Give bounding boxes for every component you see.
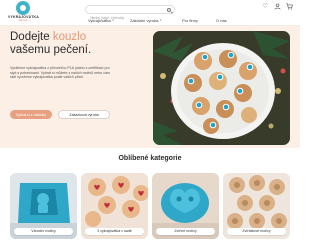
hero-title-part2: vašemu pečení.	[10, 43, 92, 56]
hero-title: Dodejte kouzlo vašemu pečení.	[10, 31, 150, 56]
category-card-sets[interactable]: 3 vykrajovátka v sadě	[81, 173, 148, 239]
header-icons: ♡	[262, 3, 293, 10]
cart-icon[interactable]	[286, 3, 293, 10]
cookies-plate-image	[153, 31, 290, 145]
nav-item-cutters[interactable]: Vykrajovátka ▾	[88, 17, 121, 23]
hero-section: Dodejte kouzlo vašemu pečení. Vyrábíme v…	[0, 26, 300, 148]
categories-grid: Vánoční motivy 3 vykrajovátka v sadě Zví…	[10, 173, 290, 241]
nav-item-label: Pro firmy	[182, 17, 198, 23]
category-card-christmas[interactable]: Vánoční motivy	[10, 173, 77, 239]
hero-title-part1: Dodejte	[10, 31, 53, 43]
custom-production-button[interactable]: Zakázková výroba	[58, 110, 110, 119]
nav-item-label: Vykrajovátka	[88, 17, 111, 23]
category-card-animals[interactable]: Zvířecí motivy	[152, 173, 219, 239]
search-box	[85, 5, 175, 22]
hero-image	[153, 31, 290, 145]
category-card-little-animals[interactable]: Zvířátkové motivy	[223, 173, 290, 239]
nav-item-business[interactable]: Pro firmy	[182, 17, 207, 23]
nav-item-label: Základní výroba	[130, 17, 159, 23]
category-label: Zvířecí motivy	[156, 228, 215, 235]
main-nav: Vykrajovátka ▾ Základní výroba ▾ Pro fir…	[88, 17, 236, 23]
chevron-down-icon: ▾	[159, 18, 162, 22]
search-icon[interactable]	[167, 7, 171, 12]
hero-title-accent: kouzlo	[52, 31, 87, 43]
chevron-down-icon: ▾	[112, 18, 114, 22]
nav-item-custom[interactable]: Základní výroba ▾	[130, 17, 173, 23]
browse-offer-button[interactable]: Vybrat si z nabídky	[10, 110, 52, 119]
logo-mark-icon	[16, 1, 30, 15]
heart-icon[interactable]: ♡	[262, 3, 269, 10]
user-icon[interactable]	[274, 3, 281, 10]
nav-item-label: O nás	[216, 17, 227, 23]
categories-title: Oblíbené kategorie	[118, 155, 182, 162]
category-label: Vánoční motivy	[14, 228, 73, 235]
brand-logo[interactable]: VYKRAJOVÁTKA fajnové	[8, 1, 39, 25]
category-label: 3 vykrajovátka v sadě	[85, 228, 144, 235]
nav-item-about[interactable]: O nás	[216, 17, 227, 23]
hero-description: Vyrábíme vykrajovátka z přírodního PLA p…	[10, 66, 110, 80]
brand-tagline: fajnové	[18, 19, 28, 22]
category-label: Zvířátkové motivy	[227, 228, 286, 235]
site-header: VYKRAJOVÁTKA fajnové Vykrajovátka ▾ Zákl…	[0, 0, 300, 26]
